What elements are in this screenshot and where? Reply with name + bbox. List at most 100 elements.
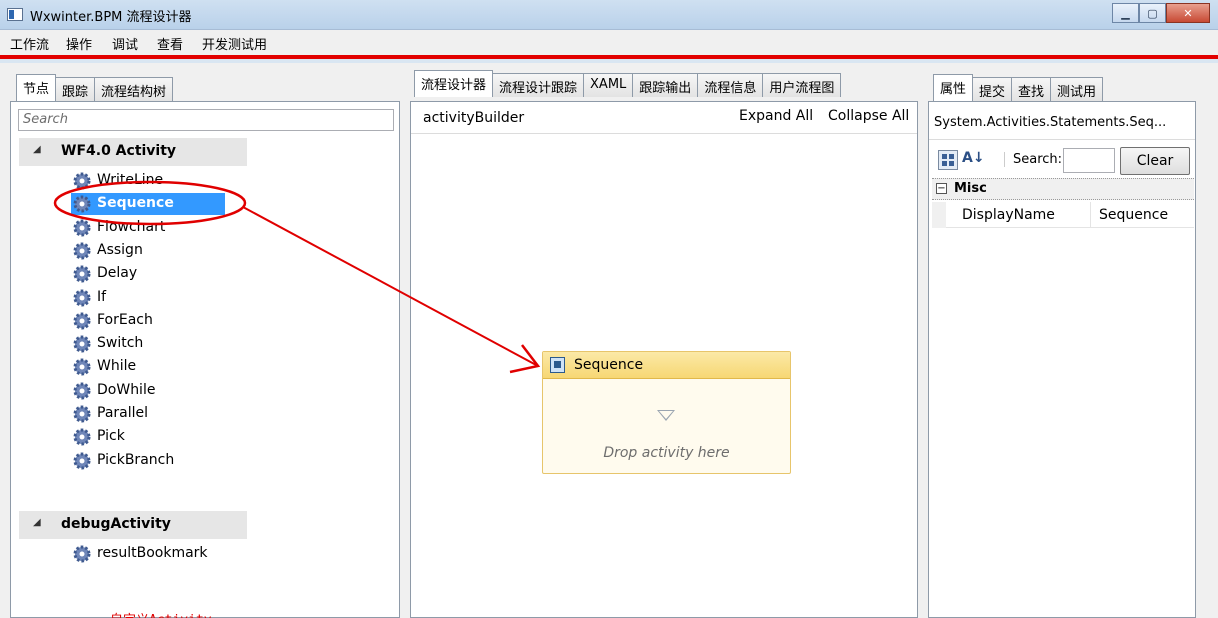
gear-icon — [73, 289, 91, 307]
gear-icon — [73, 265, 91, 283]
collapse-triangle-icon[interactable]: ◢ — [33, 517, 41, 528]
app-icon — [7, 8, 23, 21]
menu-item-debug[interactable]: 调试 — [112, 34, 138, 53]
menu-item-workflow[interactable]: 工作流 — [10, 34, 49, 53]
window-controls: ▁ ▢ ✕ — [1112, 3, 1210, 23]
tree-item-pickbranch[interactable]: PickBranch — [71, 450, 174, 472]
tree-item-label: PickBranch — [97, 452, 175, 468]
close-icon: ✕ — [1183, 6, 1193, 20]
tree-item-label: WriteLine — [97, 172, 164, 188]
tree-item-label: Pick — [97, 428, 125, 444]
tab-flow-designer-trace[interactable]: 流程设计跟踪 — [492, 73, 585, 97]
tab-find[interactable]: 查找 — [1011, 77, 1052, 101]
tree-item-pick[interactable]: Pick — [71, 426, 125, 448]
tree-item-label: Parallel — [97, 405, 149, 421]
gear-icon — [73, 172, 91, 190]
tree-item-parallel[interactable]: Parallel — [71, 403, 148, 425]
collapse-box-icon[interactable]: − — [936, 183, 947, 194]
tree-item-sequence[interactable]: Sequence — [71, 193, 225, 215]
property-search-input[interactable] — [1063, 148, 1115, 173]
group-label: debugActivity — [61, 516, 171, 532]
tab-flow-info[interactable]: 流程信息 — [697, 73, 764, 97]
tree-item-label: If — [97, 289, 107, 305]
menu-item-operate[interactable]: 操作 — [66, 34, 92, 53]
gear-icon — [73, 335, 91, 353]
tree-item-while[interactable]: While — [71, 356, 136, 378]
tab-trace[interactable]: 跟踪 — [55, 77, 96, 101]
minimize-icon: ▁ — [1121, 6, 1130, 20]
gear-icon — [73, 405, 91, 423]
tree-item-resultbookmark[interactable]: resultBookmark — [71, 543, 208, 565]
property-category-misc[interactable]: − Misc — [932, 178, 1194, 200]
title-bar: Wxwinter.BPM 流程设计器 ▁ ▢ ✕ — [0, 0, 1218, 30]
sequence-activity[interactable]: Sequence Drop activity here — [542, 351, 791, 474]
tree-item-flowchart[interactable]: Flowchart — [71, 217, 165, 239]
center-tabstrip: 流程设计器 流程设计跟踪 XAML 跟踪输出 流程信息 用户流程图 — [414, 70, 842, 97]
minimize-button[interactable]: ▁ — [1112, 3, 1139, 23]
tab-trace-output[interactable]: 跟踪输出 — [632, 73, 699, 97]
clear-button[interactable]: Clear — [1120, 147, 1190, 175]
close-button[interactable]: ✕ — [1166, 3, 1210, 23]
property-divider — [1090, 202, 1091, 228]
property-grid-panel: System.Activities.Statements.Seq... A↓ S… — [928, 101, 1196, 618]
category-label: Misc — [954, 181, 987, 196]
group-label: WF4.0 Activity — [61, 143, 177, 159]
tree-item-dowhile[interactable]: DoWhile — [71, 380, 155, 402]
tree-item-writeline[interactable]: WriteLine — [71, 170, 163, 192]
selected-type-row: System.Activities.Statements.Seq... — [929, 102, 1195, 140]
main-content: 节点 跟踪 流程结构树 Search ◢ WF4.0 Activity Writ… — [0, 63, 1218, 618]
tab-nodes[interactable]: 节点 — [16, 74, 57, 101]
tab-flow-tree[interactable]: 流程结构树 — [94, 77, 174, 101]
breadcrumb[interactable]: activityBuilder — [423, 110, 524, 126]
gear-icon — [73, 242, 91, 260]
gear-icon — [73, 358, 91, 376]
menu-item-view[interactable]: 查看 — [157, 34, 183, 53]
drop-activity-hint[interactable]: Drop activity here — [543, 445, 790, 461]
tree-item-label: Flowchart — [97, 219, 166, 235]
designer-header: activityBuilder Expand All Collapse All — [411, 102, 917, 134]
designer-canvas[interactable]: activityBuilder Expand All Collapse All … — [410, 101, 918, 618]
property-row-displayname[interactable]: DisplayName Sequence — [932, 202, 1194, 228]
sort-alphabetical-icon[interactable]: A↓ — [962, 150, 985, 166]
menu-bar: 工作流 操作 调试 查看 开发测试用 — [0, 30, 1218, 59]
tab-submit[interactable]: 提交 — [972, 77, 1013, 101]
expand-all-link[interactable]: Expand All — [739, 108, 813, 124]
menu-item-devtest[interactable]: 开发测试用 — [202, 34, 267, 53]
tree-item-label: resultBookmark — [97, 545, 208, 561]
tree-item-delay[interactable]: Delay — [71, 263, 137, 285]
tree-item-label: Delay — [97, 265, 138, 281]
maximize-button[interactable]: ▢ — [1139, 3, 1166, 23]
maximize-icon: ▢ — [1147, 6, 1158, 20]
collapse-triangle-icon[interactable]: ◢ — [33, 144, 41, 155]
tab-xaml[interactable]: XAML — [583, 73, 634, 97]
gear-icon — [73, 428, 91, 446]
gear-icon — [73, 382, 91, 400]
tree-item-label: Sequence — [97, 195, 174, 211]
property-search-label: Search: — [1004, 152, 1062, 167]
tree-item-label: While — [97, 358, 137, 374]
tree-group-wf40-activity[interactable]: ◢ WF4.0 Activity — [19, 138, 247, 166]
toolbox-panel: Search ◢ WF4.0 Activity WriteLine Sequenc… — [10, 101, 400, 618]
categorized-view-icon[interactable] — [938, 150, 958, 170]
property-value[interactable]: Sequence — [1099, 207, 1168, 223]
tab-flow-designer[interactable]: 流程设计器 — [414, 70, 494, 97]
gear-icon — [73, 219, 91, 237]
tree-item-if[interactable]: If — [71, 287, 106, 309]
tab-user-flowchart[interactable]: 用户流程图 — [762, 73, 842, 97]
tab-properties[interactable]: 属性 — [933, 74, 974, 101]
sequence-header[interactable]: Sequence — [543, 352, 790, 379]
left-tabstrip: 节点 跟踪 流程结构树 — [16, 74, 174, 101]
tree-item-label: ForEach — [97, 312, 153, 328]
tree-group-debug-activity[interactable]: ◢ debugActivity — [19, 511, 247, 539]
sequence-icon — [550, 357, 565, 373]
tree-item-assign[interactable]: Assign — [71, 240, 143, 262]
tree-item-switch[interactable]: Switch — [71, 333, 143, 355]
tab-test[interactable]: 测试用 — [1050, 77, 1104, 101]
right-tabstrip: 属性 提交 查找 测试用 — [933, 74, 1104, 101]
tree-item-label: Assign — [97, 242, 143, 258]
toolbox-search-input[interactable]: Search — [18, 109, 394, 131]
tree-item-label: DoWhile — [97, 382, 156, 398]
drop-arrow-icon — [657, 410, 675, 421]
collapse-all-link[interactable]: Collapse All — [828, 108, 909, 124]
tree-item-foreach[interactable]: ForEach — [71, 310, 153, 332]
